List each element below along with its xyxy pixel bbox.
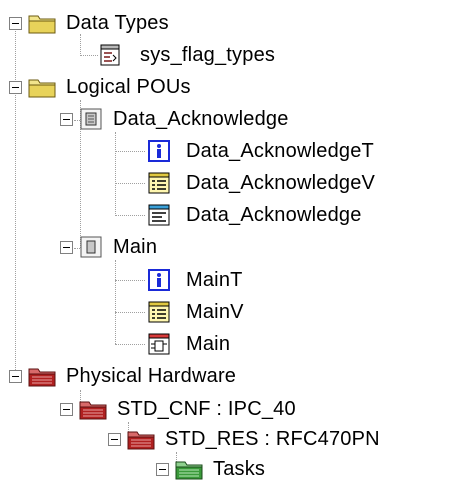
folder-icon xyxy=(28,10,56,36)
tree-connector xyxy=(115,280,145,281)
folder-icon xyxy=(28,74,56,100)
hardware-folder-icon xyxy=(127,426,155,452)
code-icon xyxy=(146,202,172,228)
collapse-toggle[interactable] xyxy=(60,402,73,416)
tree-node-sys-flag-types[interactable]: sys_flag_types xyxy=(96,40,275,70)
tree-node-main-t[interactable]: MainT xyxy=(146,265,243,295)
tree-connector xyxy=(115,183,145,184)
project-tree: Data Types sys_flag_types Logical POUs D… xyxy=(0,0,469,484)
tree-node-label: STD_CNF : IPC_40 xyxy=(117,398,296,420)
pou-group-icon xyxy=(79,106,103,132)
tree-connector xyxy=(115,260,116,344)
hardware-folder-icon xyxy=(28,363,56,389)
pou-group-icon xyxy=(79,234,103,260)
tree-node-tasks[interactable]: Tasks xyxy=(156,454,265,484)
tree-node-std-cnf[interactable]: STD_CNF : IPC_40 xyxy=(60,394,296,424)
tree-node-label: MainV xyxy=(186,301,244,323)
tree-node-data-acknowledge-t[interactable]: Data_AcknowledgeT xyxy=(146,136,374,166)
tree-node-data-acknowledge-v[interactable]: Data_AcknowledgeV xyxy=(146,168,375,198)
tree-connector xyxy=(115,151,145,152)
tree-node-data-acknowledge-code[interactable]: Data_Acknowledge xyxy=(146,200,362,230)
tree-node-label: Main xyxy=(113,236,158,258)
collapse-toggle[interactable] xyxy=(60,112,73,126)
collapse-toggle[interactable] xyxy=(60,240,73,254)
tree-node-main-v[interactable]: MainV xyxy=(146,297,244,327)
collapse-toggle[interactable] xyxy=(9,80,22,94)
variables-icon xyxy=(146,299,172,325)
collapse-toggle[interactable] xyxy=(156,462,169,476)
tree-node-main-code[interactable]: Main xyxy=(146,329,230,359)
tree-node-main-group[interactable]: Main xyxy=(60,232,157,262)
tree-node-label: Data_AcknowledgeV xyxy=(186,172,376,194)
tree-node-label: Logical POUs xyxy=(66,76,191,98)
function-block-icon xyxy=(146,331,172,357)
tree-node-label: Data_Acknowledge xyxy=(113,108,289,130)
tree-node-label: Tasks xyxy=(213,458,266,480)
tree-connector xyxy=(115,312,145,313)
tree-node-logical-pous[interactable]: Logical POUs xyxy=(9,72,191,102)
collapse-toggle[interactable] xyxy=(9,369,22,383)
tree-node-label: Physical Hardware xyxy=(66,365,237,387)
info-icon xyxy=(146,138,172,164)
tree-node-physical-hardware[interactable]: Physical Hardware xyxy=(9,361,236,391)
type-file-icon xyxy=(96,42,124,68)
tree-node-label: Data_Acknowledge xyxy=(186,204,362,226)
tree-node-label: Main xyxy=(186,333,231,355)
tree-connector xyxy=(115,132,116,216)
info-icon xyxy=(146,267,172,293)
tree-node-label: sys_flag_types xyxy=(140,44,276,66)
collapse-toggle[interactable] xyxy=(108,432,121,446)
tree-node-label: STD_RES : RFC470PN xyxy=(165,428,380,450)
tree-connector xyxy=(115,344,145,345)
tree-node-label: Data_AcknowledgeT xyxy=(186,140,374,162)
tasks-folder-icon xyxy=(175,456,203,482)
tree-node-data-types[interactable]: Data Types xyxy=(9,8,169,38)
tree-node-label: MainT xyxy=(186,269,243,291)
tree-node-std-res[interactable]: STD_RES : RFC470PN xyxy=(108,424,380,454)
tree-connector xyxy=(115,215,145,216)
hardware-folder-icon xyxy=(79,396,107,422)
variables-icon xyxy=(146,170,172,196)
collapse-toggle[interactable] xyxy=(9,16,22,30)
tree-node-label: Data Types xyxy=(66,12,169,34)
tree-node-data-acknowledge-group[interactable]: Data_Acknowledge xyxy=(60,104,289,134)
